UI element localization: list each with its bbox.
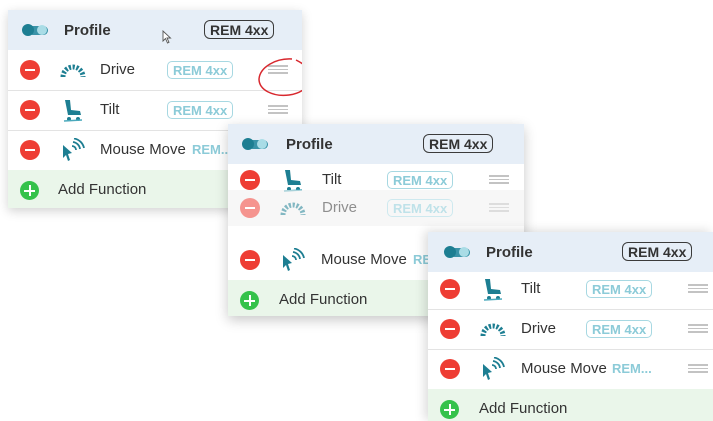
add-function-label[interactable]: Add Function xyxy=(479,400,567,417)
drive-gauge-icon xyxy=(280,202,306,216)
profile-header: Profile REM 4xx xyxy=(228,124,524,164)
remove-function-button[interactable] xyxy=(20,60,40,80)
function-row-tilt[interactable]: Tilt REM 4xx xyxy=(428,269,713,310)
profile-toggle-icon[interactable] xyxy=(22,24,48,36)
add-icon[interactable] xyxy=(440,400,459,419)
drag-handle-icon[interactable] xyxy=(268,104,288,114)
tilt-seat-icon xyxy=(283,170,303,192)
remove-function-button[interactable] xyxy=(20,100,40,120)
profile-header: Profile REM 4xx xyxy=(8,10,302,50)
tilt-seat-icon xyxy=(483,279,503,301)
function-row-drive[interactable]: Drive REM 4xx xyxy=(428,309,713,350)
function-name: Drive xyxy=(100,61,136,78)
add-icon[interactable] xyxy=(20,181,39,200)
profile-toggle-icon[interactable] xyxy=(242,138,268,150)
mouse-pointer-icon xyxy=(162,30,172,44)
function-name: Tilt xyxy=(521,280,541,297)
drive-gauge-icon xyxy=(60,64,86,78)
drag-handle-icon[interactable] xyxy=(688,283,708,293)
function-remote-tag[interactable]: REM 4xx xyxy=(167,101,234,119)
profile-title: Profile xyxy=(486,244,533,261)
remove-function-button[interactable] xyxy=(20,140,40,160)
tilt-seat-icon xyxy=(63,100,83,122)
function-remote-tag[interactable]: REM 4xx xyxy=(586,280,653,298)
drag-handle-icon[interactable] xyxy=(489,174,509,184)
remove-function-button[interactable] xyxy=(240,198,260,218)
add-function-label[interactable]: Add Function xyxy=(279,291,367,308)
function-row-mouse-move[interactable]: Mouse Move REM... xyxy=(428,349,713,390)
function-remote-tag[interactable]: REM... xyxy=(612,361,652,376)
function-name: Drive xyxy=(521,320,557,337)
function-remote-tag[interactable]: REM 4xx xyxy=(387,171,454,189)
remove-function-button[interactable] xyxy=(440,279,460,299)
function-remote-tag[interactable]: REM 4xx xyxy=(167,61,234,79)
annotation-circle xyxy=(258,58,302,97)
mouse-move-icon xyxy=(63,138,85,161)
profile-panel-3: Profile REM 4xx Tilt REM 4xx Drive REM 4… xyxy=(428,232,713,421)
mouse-move-icon xyxy=(483,357,505,380)
remove-function-button[interactable] xyxy=(440,319,460,339)
profile-remote-badge: REM 4xx xyxy=(423,134,494,153)
function-remote-tag[interactable]: REM 4xx xyxy=(387,199,454,217)
drag-handle-icon[interactable] xyxy=(489,202,509,212)
add-function-label[interactable]: Add Function xyxy=(58,181,146,198)
profile-header: Profile REM 4xx xyxy=(428,232,713,272)
add-function-row[interactable]: Add Function xyxy=(428,389,713,421)
drag-handle-icon[interactable] xyxy=(688,363,708,373)
function-name: Mouse Move xyxy=(321,251,407,268)
profile-remote-badge: REM 4xx xyxy=(204,20,275,39)
remove-function-button[interactable] xyxy=(240,250,260,270)
function-name: Tilt xyxy=(100,101,120,118)
add-icon[interactable] xyxy=(240,291,259,310)
function-row-drive-dragging[interactable]: Drive REM 4xx xyxy=(228,190,524,226)
profile-toggle-icon[interactable] xyxy=(444,246,470,258)
profile-title: Profile xyxy=(286,136,333,153)
mouse-move-icon xyxy=(283,248,305,271)
function-remote-tag[interactable]: REM... xyxy=(192,142,232,157)
drag-handle-icon[interactable] xyxy=(688,323,708,333)
function-name: Drive xyxy=(322,199,358,216)
remove-function-button[interactable] xyxy=(240,170,260,190)
drive-gauge-icon xyxy=(480,323,506,337)
function-remote-tag[interactable]: REM 4xx xyxy=(586,320,653,338)
function-name: Mouse Move xyxy=(521,360,607,377)
remove-function-button[interactable] xyxy=(440,359,460,379)
profile-title: Profile xyxy=(64,22,111,39)
profile-remote-badge: REM 4xx xyxy=(622,242,693,261)
function-name: Tilt xyxy=(322,171,342,188)
function-name: Mouse Move xyxy=(100,141,186,158)
